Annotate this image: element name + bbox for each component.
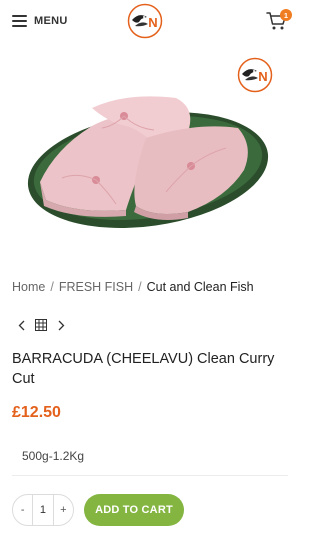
- chevron-right-icon: [58, 320, 64, 330]
- breadcrumb-home[interactable]: Home: [12, 280, 45, 294]
- breadcrumb-separator: /: [138, 280, 142, 294]
- breadcrumb-current: Cut and Clean Fish: [146, 280, 254, 294]
- add-to-cart-button[interactable]: ADD TO CART: [84, 494, 184, 526]
- grid-icon[interactable]: [35, 319, 47, 331]
- hamburger-icon: [12, 15, 27, 27]
- logo-letter: N: [148, 15, 157, 30]
- previous-product-button[interactable]: [15, 318, 27, 332]
- divider: [12, 475, 288, 476]
- breadcrumb-separator: /: [50, 280, 54, 294]
- quantity-decrease-button[interactable]: -: [13, 495, 32, 525]
- site-logo[interactable]: N: [127, 3, 163, 39]
- product-title: BARRACUDA (CHEELAVU) Clean Curry Cut: [12, 351, 275, 387]
- next-product-button[interactable]: [55, 318, 67, 332]
- product-image[interactable]: [26, 88, 270, 230]
- quantity-input[interactable]: 1: [32, 495, 54, 525]
- quantity-increase-button[interactable]: +: [54, 495, 73, 525]
- cart-count-badge: 1: [280, 9, 292, 21]
- product-navigation: [15, 317, 67, 333]
- svg-text:N: N: [258, 69, 267, 84]
- breadcrumb-fresh-fish[interactable]: FRESH FISH: [59, 280, 133, 294]
- site-header: MENU N 1: [0, 0, 300, 44]
- menu-label: MENU: [34, 15, 68, 27]
- breadcrumb: Home / FRESH FISH / Cut and Clean Fish: [12, 280, 292, 294]
- product-weight: 500g-1.2Kg: [22, 449, 85, 463]
- menu-button[interactable]: MENU: [12, 12, 68, 30]
- chevron-left-icon: [18, 320, 24, 330]
- product-price: £12.50: [12, 404, 61, 421]
- quantity-stepper: - 1 +: [12, 494, 74, 526]
